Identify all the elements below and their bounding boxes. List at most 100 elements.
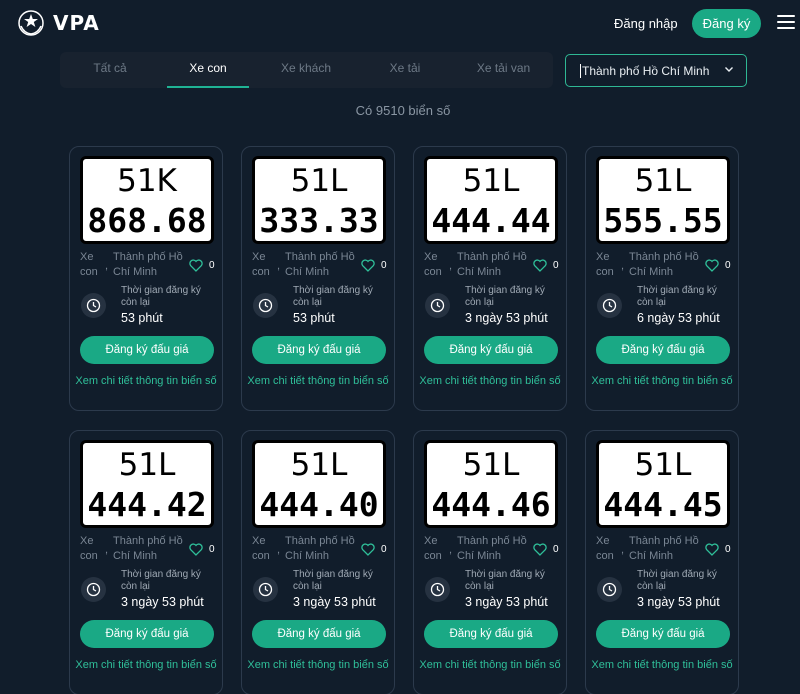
heart-icon[interactable]	[533, 259, 547, 272]
plate-number: 444.46	[431, 485, 551, 524]
result-count: Có 9510 biển số	[355, 103, 451, 118]
time-remaining-value: 3 ngày 53 phút	[637, 595, 720, 609]
vehicle-type: Xe con	[424, 251, 442, 278]
license-plate[interactable]: 51L 444.40	[252, 440, 386, 528]
vehicle-type: Xe con	[424, 535, 442, 562]
register-bid-button[interactable]: Đăng ký đấu giá	[424, 620, 558, 648]
view-details-link[interactable]: Xem chi tiết thông tin biển số	[70, 659, 222, 672]
clock-icon	[86, 582, 101, 597]
license-plate[interactable]: 51L 444.46	[424, 440, 558, 528]
clock-icon	[430, 298, 445, 313]
clock-badge	[81, 293, 106, 318]
time-remaining-label: Thời gian đăng ký còn lại	[637, 569, 717, 592]
plate-number: 333.33	[259, 201, 379, 240]
heart-icon[interactable]	[361, 543, 375, 556]
time-remaining-label: Thời gian đăng ký còn lại	[465, 569, 545, 592]
plate-series: 51L	[634, 447, 692, 483]
plate-series: 51L	[462, 447, 520, 483]
license-plate[interactable]: 51L 444.42	[80, 440, 214, 528]
view-details-link[interactable]: Xem chi tiết thông tin biển số	[242, 659, 394, 672]
separator: ,	[105, 260, 109, 272]
view-details-link[interactable]: Xem chi tiết thông tin biển số	[70, 375, 222, 388]
tab-truck[interactable]: Xe tải	[360, 52, 450, 88]
heart-icon[interactable]	[705, 543, 719, 556]
login-link[interactable]: Đăng nhập	[614, 16, 678, 31]
register-bid-button[interactable]: Đăng ký đấu giá	[80, 620, 214, 648]
view-details-link[interactable]: Xem chi tiết thông tin biển số	[242, 375, 394, 388]
register-bid-button[interactable]: Đăng ký đấu giá	[596, 620, 730, 648]
tab-car[interactable]: Xe con	[167, 52, 249, 88]
plate-city: Thành phố Hồ Chí Minh	[285, 535, 355, 562]
time-remaining-label: Thời gian đăng ký còn lại	[465, 285, 545, 308]
register-bid-button[interactable]: Đăng ký đấu giá	[252, 620, 386, 648]
time-remaining-value: 53 phút	[121, 311, 163, 325]
heart-icon[interactable]	[705, 259, 719, 272]
register-bid-button[interactable]: Đăng ký đấu giá	[596, 336, 730, 364]
license-plate[interactable]: 51K 868.68	[80, 156, 214, 244]
plate-card: 51L 444.42 Xe con , Thành phố Hồ Chí Min…	[69, 430, 223, 694]
plate-number: 444.44	[431, 201, 551, 240]
favorite-count: 0	[381, 544, 387, 555]
plate-series: 51K	[117, 163, 177, 199]
clock-icon	[258, 582, 273, 597]
clock-icon	[430, 582, 445, 597]
favorite-count: 0	[553, 544, 559, 555]
city-select[interactable]: Thành phố Hồ Chí Minh	[565, 54, 747, 87]
time-remaining-label: Thời gian đăng ký còn lại	[293, 569, 373, 592]
separator: ,	[277, 260, 281, 272]
plate-series: 51L	[118, 447, 176, 483]
clock-icon	[258, 298, 273, 313]
view-details-link[interactable]: Xem chi tiết thông tin biển số	[414, 659, 566, 672]
plate-city: Thành phố Hồ Chí Minh	[457, 535, 527, 562]
favorite-count: 0	[725, 544, 731, 555]
plate-card: 51K 868.68 Xe con , Thành phố Hồ Chí Min…	[69, 146, 223, 411]
tab-all[interactable]: Tất cả	[60, 52, 160, 88]
separator: ,	[621, 260, 625, 272]
plate-number: 868.68	[87, 201, 207, 240]
clock-icon	[602, 582, 617, 597]
plate-city: Thành phố Hồ Chí Minh	[285, 251, 355, 278]
view-details-link[interactable]: Xem chi tiết thông tin biển số	[586, 659, 738, 672]
time-remaining-value: 53 phút	[293, 311, 335, 325]
time-remaining-value: 6 ngày 53 phút	[637, 311, 720, 325]
license-plate[interactable]: 51L 444.45	[596, 440, 730, 528]
clock-badge	[81, 577, 106, 602]
license-plate[interactable]: 51L 555.55	[596, 156, 730, 244]
tab-coach[interactable]: Xe khách	[260, 52, 352, 88]
time-remaining-label: Thời gian đăng ký còn lại	[121, 285, 201, 308]
time-remaining-label: Thời gian đăng ký còn lại	[637, 285, 717, 308]
heart-icon[interactable]	[533, 543, 547, 556]
register-bid-button[interactable]: Đăng ký đấu giá	[424, 336, 558, 364]
heart-icon[interactable]	[189, 543, 203, 556]
time-remaining-label: Thời gian đăng ký còn lại	[121, 569, 201, 592]
plate-city: Thành phố Hồ Chí Minh	[457, 251, 527, 278]
time-remaining-value: 3 ngày 53 phút	[293, 595, 376, 609]
time-remaining-label: Thời gian đăng ký còn lại	[293, 285, 373, 308]
clock-icon	[86, 298, 101, 313]
heart-icon[interactable]	[361, 259, 375, 272]
favorite-count: 0	[381, 260, 387, 271]
register-bid-button[interactable]: Đăng ký đấu giá	[80, 336, 214, 364]
clock-badge	[597, 577, 622, 602]
vehicle-type: Xe con	[596, 251, 614, 278]
view-details-link[interactable]: Xem chi tiết thông tin biển số	[414, 375, 566, 388]
register-button[interactable]: Đăng ký	[692, 9, 761, 38]
hamburger-menu-icon[interactable]	[777, 15, 795, 29]
plate-city: Thành phố Hồ Chí Minh	[113, 251, 183, 278]
register-bid-button[interactable]: Đăng ký đấu giá	[252, 336, 386, 364]
plate-card: 51L 444.44 Xe con , Thành phố Hồ Chí Min…	[413, 146, 567, 411]
top-header: VPA Đăng nhập Đăng ký	[0, 0, 800, 46]
tab-van[interactable]: Xe tải van	[460, 52, 547, 88]
license-plate[interactable]: 51L 333.33	[252, 156, 386, 244]
vehicle-type: Xe con	[252, 251, 270, 278]
time-remaining-value: 3 ngày 53 phút	[121, 595, 204, 609]
plate-number: 444.45	[603, 485, 723, 524]
favorite-count: 0	[209, 260, 215, 271]
view-details-link[interactable]: Xem chi tiết thông tin biển số	[586, 375, 738, 388]
heart-icon[interactable]	[189, 259, 203, 272]
license-plate[interactable]: 51L 444.44	[424, 156, 558, 244]
vpa-logo[interactable]: VPA	[16, 8, 100, 38]
clock-badge	[425, 293, 450, 318]
vehicle-type: Xe con	[252, 535, 270, 562]
favorite-count: 0	[725, 260, 731, 271]
